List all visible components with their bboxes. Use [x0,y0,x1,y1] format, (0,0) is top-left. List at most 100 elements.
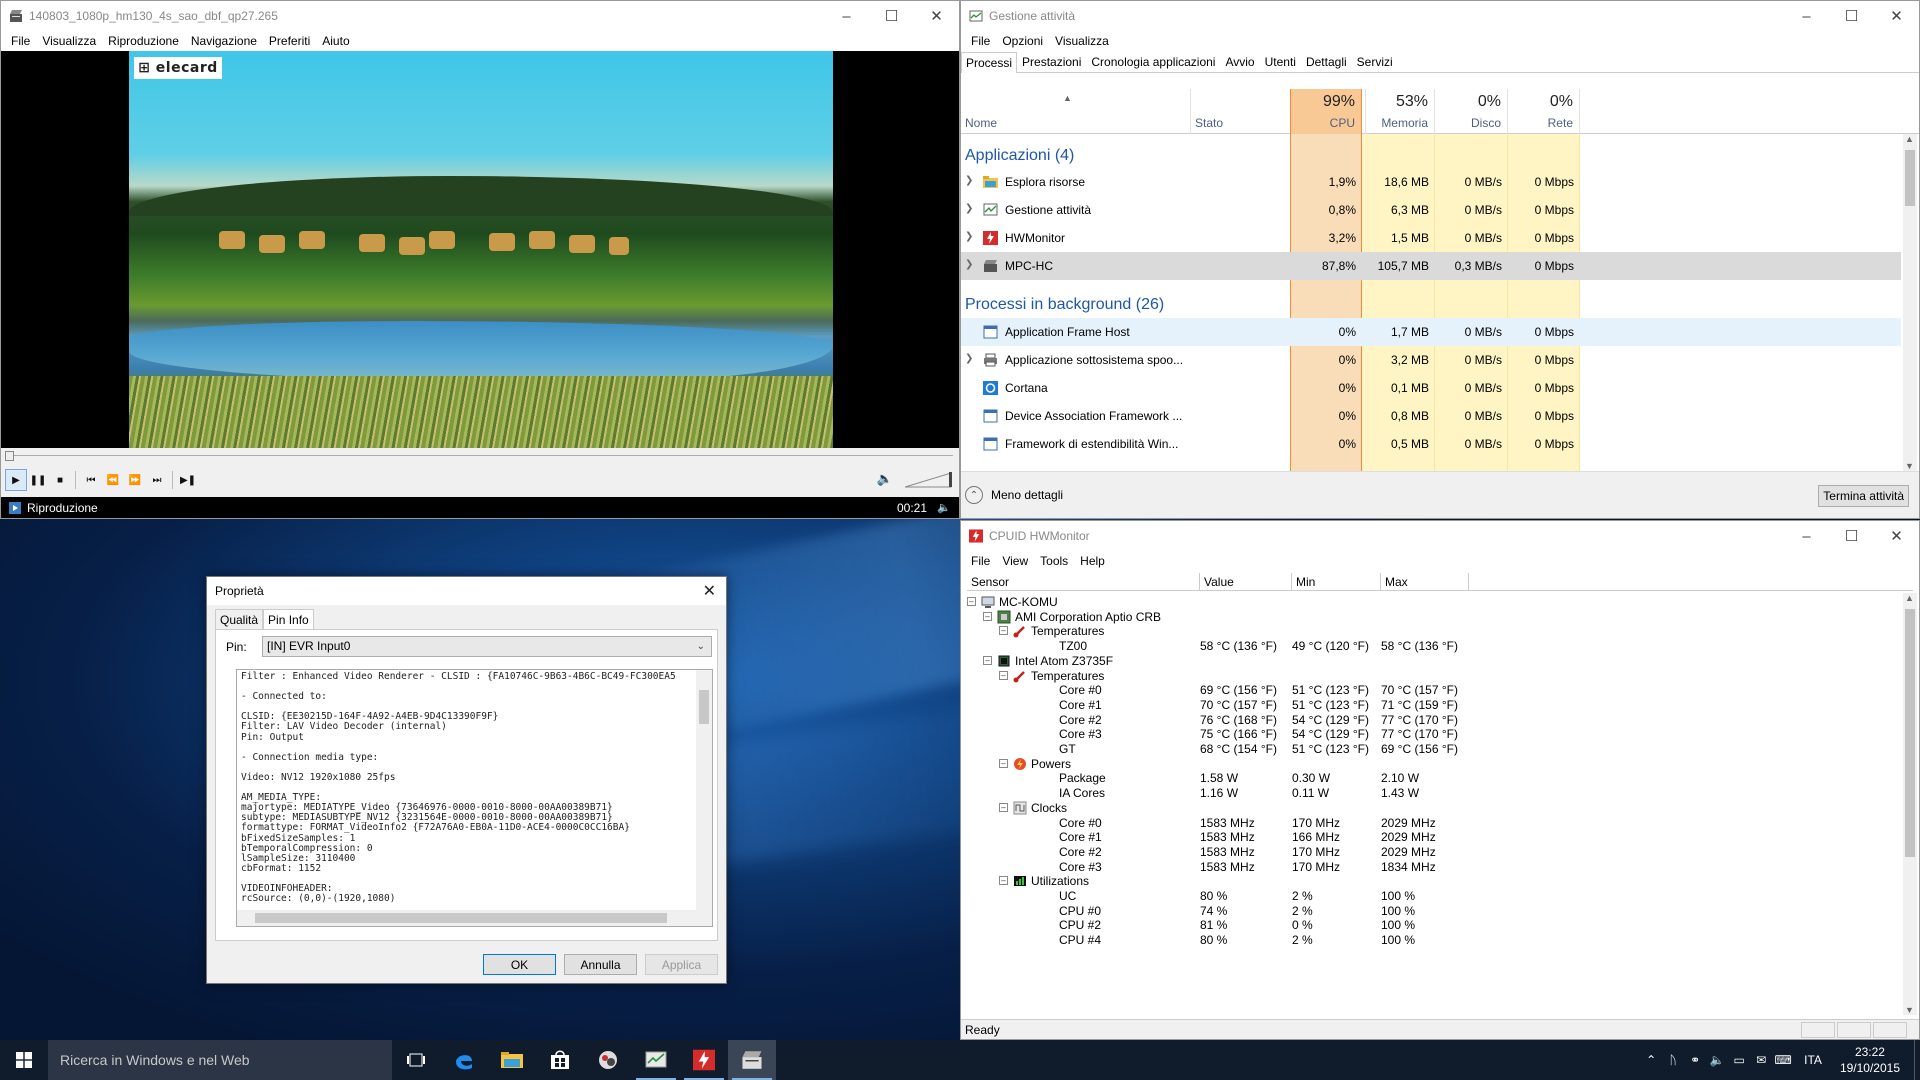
col-value[interactable]: Value [1200,573,1292,591]
col-cpu[interactable]: 99% CPU [1290,89,1362,134]
taskbar-app[interactable] [584,1040,632,1080]
close-button[interactable]: ✕ [1874,521,1919,551]
taskbar-store[interactable] [536,1040,584,1080]
taskmgr-titlebar[interactable]: Gestione attività – ☐ ✕ [961,1,1919,31]
play-button[interactable]: ▶ [5,469,27,491]
collapse-icon[interactable]: – [999,802,1008,812]
col-state[interactable]: Stato [1191,89,1291,134]
notification-icon[interactable]: ✉ [1750,1053,1772,1067]
process-row[interactable]: ❯ HWMonitor 3,2% 1,5 MB 0 MB/s 0 Mbps [961,224,1901,252]
col-min[interactable]: Min [1292,573,1381,591]
keyboard-icon[interactable]: ⌨ [1772,1053,1794,1067]
collapse-icon[interactable]: – [983,611,992,621]
start-button[interactable] [0,1040,48,1080]
sensor-scrollbar[interactable]: ▲ ▼ [1903,593,1917,1015]
rewind-button[interactable]: ⏪ [102,469,124,491]
show-desktop-button[interactable] [1914,1040,1920,1080]
menu-view[interactable]: View [996,554,1034,568]
video-area[interactable]: ⊞ elecard [1,51,959,448]
menu-help[interactable]: Help [1074,554,1111,568]
close-icon[interactable]: ✕ [703,581,716,601]
menu-view[interactable]: Visualizza [1049,34,1115,48]
tab-startup[interactable]: Avvio [1220,51,1259,72]
dialog-titlebar[interactable]: Proprietà ✕ [207,577,726,605]
volume-slider[interactable] [905,470,953,488]
prev-button[interactable]: ⏮ [80,469,102,491]
chevron-right-icon[interactable]: ❯ [965,231,973,242]
menu-file[interactable]: File [965,34,996,48]
wifi-icon[interactable]: ⚭ [1684,1053,1706,1067]
maximize-button[interactable]: ☐ [1829,1,1874,31]
seek-thumb[interactable] [5,451,14,461]
fewer-details-link[interactable]: ⌃ Meno dettagli [965,486,1063,504]
minimize-button[interactable]: – [824,1,869,31]
seek-bar[interactable] [1,448,959,462]
collapse-icon[interactable]: – [967,597,976,606]
process-scrollbar[interactable]: ▲ ▼ [1903,134,1917,471]
pin-info-text[interactable]: Filter : Enhanced Video Renderer - CLSID… [236,669,713,927]
col-name[interactable]: Nome [961,89,1191,134]
close-button[interactable]: ✕ [914,1,959,31]
tab-processes[interactable]: Processi [961,52,1018,73]
taskbar-edge[interactable] [440,1040,488,1080]
taskbar-hwmonitor[interactable] [680,1040,728,1080]
minimize-button[interactable]: – [1784,521,1829,551]
collapse-icon[interactable]: – [983,655,992,665]
taskbar-mpc[interactable] [728,1040,776,1080]
maximize-button[interactable]: ☐ [1829,521,1874,551]
bluetooth-icon[interactable]: ᚢ [1662,1053,1684,1067]
menu-favorites[interactable]: Preferiti [263,34,316,48]
hwmonitor-titlebar[interactable]: CPUID HWMonitor – ☐ ✕ [961,521,1919,551]
collapse-icon[interactable]: – [999,758,1008,768]
forward-button[interactable]: ⏩ [124,469,146,491]
chevron-right-icon[interactable]: ❯ [965,203,973,214]
mpc-window[interactable]: 140803_1080p_hm130_4s_sao_dbf_qp27.265 –… [0,0,960,519]
process-row[interactable]: ❯ Applicazione sottosistema spoo... 0% 3… [961,346,1901,374]
process-row[interactable]: Device Association Framework ... 0% 0,8 … [961,402,1901,430]
language-indicator[interactable]: ITA [1804,1053,1822,1067]
end-task-button[interactable]: Termina attività [1818,485,1909,507]
collapse-icon[interactable]: – [999,876,1008,886]
tab-app-history[interactable]: Cronologia applicazioni [1086,51,1220,72]
cancel-button[interactable]: Annulla [564,954,637,975]
vertical-scrollbar[interactable] [696,670,712,910]
process-row-hover[interactable]: Application Frame Host 0% 1,7 MB 0 MB/s … [961,318,1901,346]
battery-icon[interactable]: ▭ [1728,1053,1750,1067]
menu-options[interactable]: Opzioni [996,34,1049,48]
chevron-right-icon[interactable]: ❯ [965,353,973,364]
close-button[interactable]: ✕ [1874,1,1919,31]
chevron-up-icon[interactable]: ⌃ [1640,1053,1662,1067]
taskbar-taskmgr[interactable] [632,1040,680,1080]
tab-pin-info[interactable]: Pin Info [263,609,314,630]
col-memory[interactable]: 53% Memoria [1362,89,1435,134]
menu-navigate[interactable]: Navigazione [185,34,263,48]
col-max[interactable]: Max [1381,573,1469,591]
frame-step-button[interactable]: ▶❚ [177,469,199,491]
next-button[interactable]: ⏭ [146,469,168,491]
search-box[interactable]: Ricerca in Windows e nel Web [48,1040,392,1080]
tab-performance[interactable]: Prestazioni [1017,51,1086,72]
hwmonitor-window[interactable]: CPUID HWMonitor – ☐ ✕ File View Tools He… [960,520,1920,1040]
tab-users[interactable]: Utenti [1260,51,1301,72]
sensor-row[interactable]: CPU #4 80 % 2 % 100 % [967,931,1893,949]
taskbar-explorer[interactable] [488,1040,536,1080]
process-row[interactable]: ❯ Esplora risorse 1,9% 18,6 MB 0 MB/s 0 … [961,168,1901,196]
task-view-button[interactable] [392,1040,440,1080]
minimize-button[interactable]: – [1784,1,1829,31]
process-row-selected[interactable]: ❯ MPC-HC 87,8% 105,7 MB 0,3 MB/s 0 Mbps [961,252,1901,280]
menu-tools[interactable]: Tools [1034,554,1074,568]
pin-select[interactable]: [IN] EVR Input0 ⌄ [262,636,712,657]
chevron-right-icon[interactable]: ❯ [965,259,973,270]
scroll-thumb[interactable] [1905,150,1915,206]
menu-view[interactable]: Visualizza [36,34,102,48]
clock[interactable]: 23:22 19/10/2015 [1840,1044,1900,1076]
tab-details[interactable]: Dettagli [1301,51,1352,72]
menu-file[interactable]: File [965,554,996,568]
stop-button[interactable]: ■ [49,469,71,491]
col-network[interactable]: 0% Rete [1508,89,1580,134]
pause-button[interactable]: ❚❚ [27,469,49,491]
speaker-icon[interactable]: 🔈 [877,471,893,487]
maximize-button[interactable]: ☐ [869,1,914,31]
properties-dialog[interactable]: Proprietà ✕ Qualità Pin Info Pin: [IN] E… [206,576,727,984]
process-row[interactable]: ❯ Gestione attività 0,8% 6,3 MB 0 MB/s 0… [961,196,1901,224]
